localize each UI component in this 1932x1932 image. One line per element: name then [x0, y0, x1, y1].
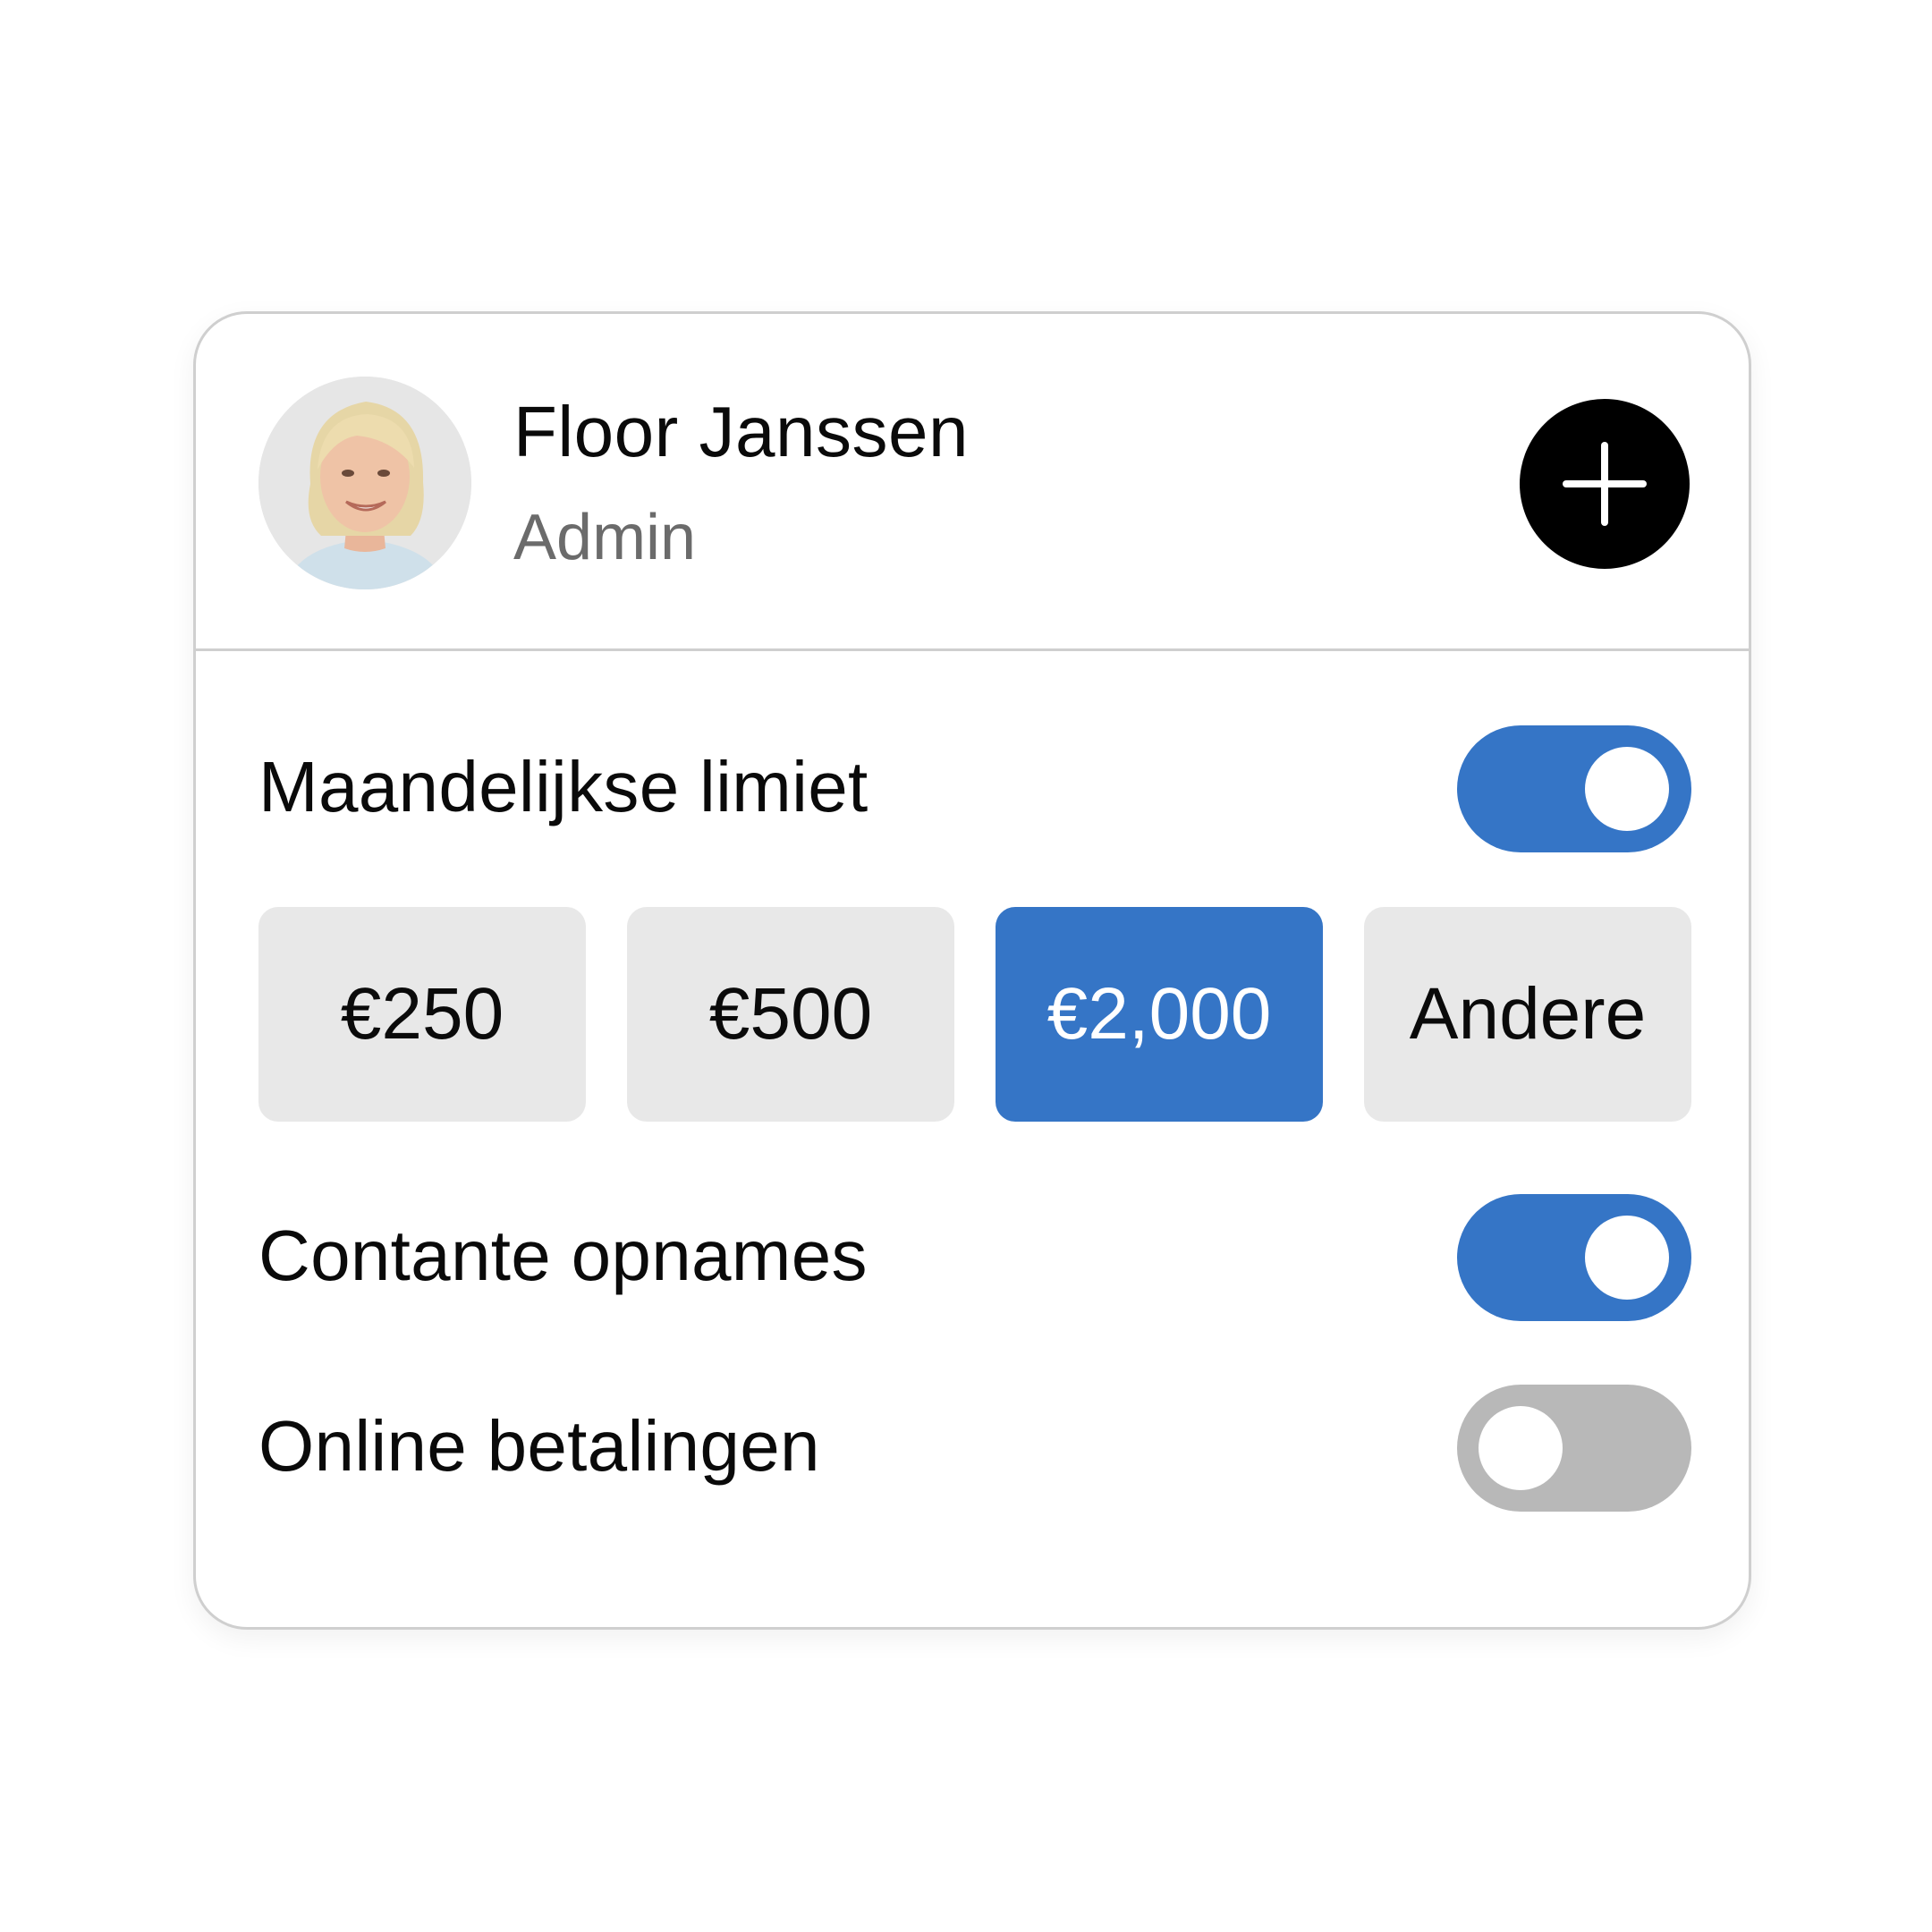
- plus-icon: [1563, 442, 1647, 526]
- cash-withdrawals-label: Contante opnames: [258, 1216, 868, 1295]
- add-button[interactable]: [1520, 399, 1690, 569]
- amount-option-250[interactable]: €250: [258, 907, 586, 1122]
- user-header: Floor Janssen Admin: [196, 314, 1749, 651]
- toggle-knob: [1479, 1406, 1563, 1490]
- amount-option-other[interactable]: Andere: [1364, 907, 1691, 1122]
- monthly-limit-label: Maandelijkse limiet: [258, 747, 869, 826]
- monthly-limit-toggle[interactable]: [1457, 725, 1691, 852]
- online-payments-label: Online betalingen: [258, 1406, 820, 1486]
- user-name: Floor Janssen: [513, 392, 969, 471]
- avatar: [258, 377, 471, 589]
- cash-withdrawals-toggle[interactable]: [1457, 1194, 1691, 1321]
- amount-option-500[interactable]: €500: [627, 907, 954, 1122]
- toggle-knob: [1585, 1216, 1669, 1300]
- online-payments-toggle[interactable]: [1457, 1385, 1691, 1512]
- user-photo-icon: [258, 377, 471, 589]
- user-role: Admin: [513, 502, 697, 573]
- amount-options: €250 €500 €2,000 Andere: [258, 907, 1691, 1122]
- toggle-knob: [1585, 747, 1669, 831]
- amount-option-2000[interactable]: €2,000: [996, 907, 1323, 1122]
- card-controls: Floor Janssen Admin Maandelijkse limiet …: [193, 311, 1751, 1630]
